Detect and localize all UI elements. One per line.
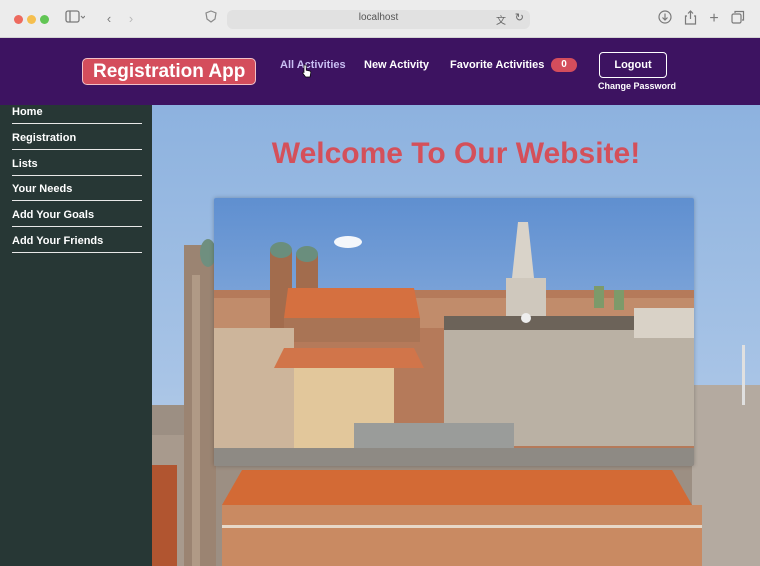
- translate-icon[interactable]: 文: [496, 12, 506, 27]
- change-password-link[interactable]: Change Password: [598, 81, 676, 91]
- share-icon[interactable]: [682, 10, 698, 28]
- nav-new-activity[interactable]: New Activity: [364, 59, 429, 71]
- city-photo: [214, 198, 694, 466]
- sidebar-item-add-your-goals[interactable]: Add Your Goals: [12, 209, 142, 227]
- browser-toolbar: ‹ › localhost 文 ↻ +: [0, 0, 760, 38]
- back-icon[interactable]: ‹: [102, 10, 116, 28]
- brand-logo[interactable]: Registration App: [82, 58, 257, 85]
- sidebar-item-registration[interactable]: Registration: [12, 132, 142, 150]
- reload-icon[interactable]: ↻: [515, 11, 524, 24]
- url-text: localhost: [358, 12, 399, 23]
- minimize-window-button[interactable]: [27, 15, 36, 24]
- address-bar[interactable]: localhost 文 ↻: [227, 10, 530, 29]
- new-tab-icon[interactable]: +: [706, 10, 722, 28]
- forward-icon[interactable]: ›: [124, 10, 138, 28]
- welcome-heading: Welcome To Our Website!: [271, 137, 641, 170]
- shield-icon[interactable]: [204, 10, 218, 28]
- main-content: Welcome To Our Website!: [152, 105, 760, 566]
- nav-all-activities[interactable]: All Activities: [280, 59, 346, 71]
- logout-button[interactable]: Logout: [599, 52, 667, 78]
- close-window-button[interactable]: [14, 15, 23, 24]
- sidebar-item-lists[interactable]: Lists: [12, 158, 142, 176]
- maximize-window-button[interactable]: [40, 15, 49, 24]
- tab-overview-icon[interactable]: [730, 10, 746, 28]
- download-icon[interactable]: [657, 10, 673, 28]
- sidebar-toggle-icon[interactable]: [63, 10, 87, 28]
- sidebar-item-add-your-friends[interactable]: Add Your Friends: [12, 235, 142, 253]
- nav-favorite-activities[interactable]: Favorite Activities: [450, 59, 544, 71]
- sidebar-item-your-needs[interactable]: Your Needs: [12, 183, 142, 201]
- sidebar: Home Registration Lists Your Needs Add Y…: [0, 105, 152, 566]
- sidebar-item-home[interactable]: Home: [12, 106, 142, 124]
- mouse-cursor-icon: [302, 64, 312, 78]
- favorite-count-badge: 0: [551, 58, 577, 72]
- app-header: Registration App All Activities New Acti…: [0, 38, 760, 105]
